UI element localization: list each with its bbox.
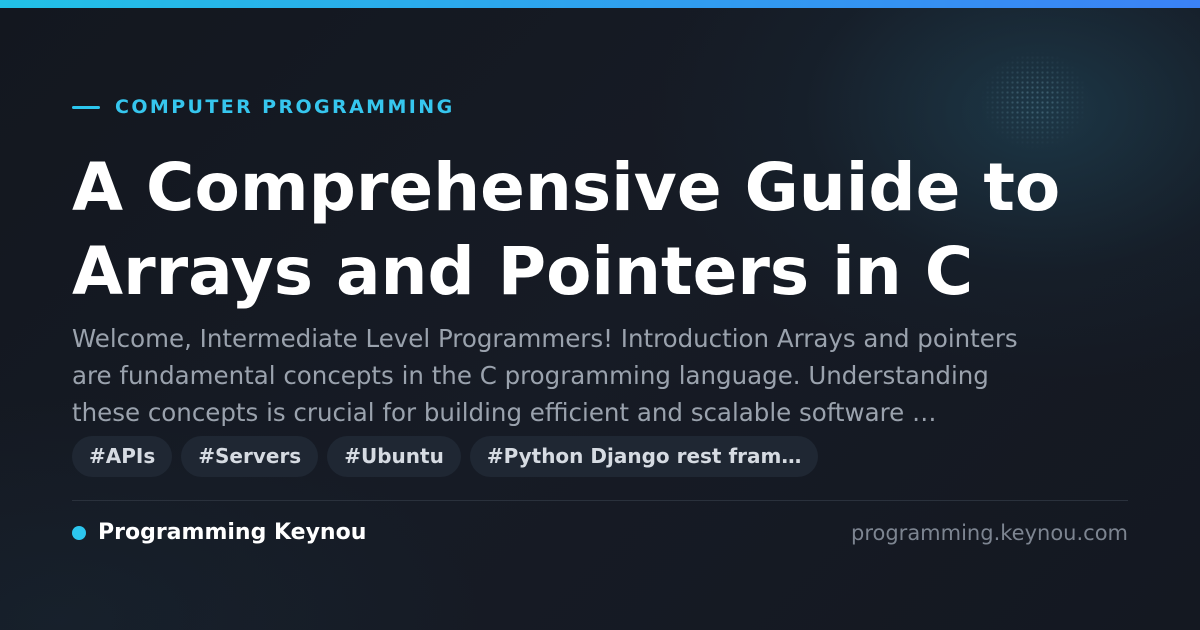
- category-row: COMPUTER PROGRAMMING: [72, 94, 455, 120]
- dot-pattern-decoration: [980, 50, 1090, 150]
- tag-servers: #Servers: [181, 436, 319, 477]
- excerpt-line: these concepts is crucial for building e…: [72, 398, 937, 427]
- excerpt-line: are fundamental concepts in the C progra…: [72, 361, 989, 390]
- tag-ubuntu: #Ubuntu: [327, 436, 461, 477]
- top-accent-bar: [0, 0, 1200, 8]
- site-domain: programming.keynou.com: [851, 521, 1128, 545]
- footer-divider: [72, 500, 1128, 501]
- category-dash-icon: [72, 105, 100, 109]
- excerpt-line: Welcome, Intermediate Level Programmers!…: [72, 324, 1018, 353]
- title-line: Arrays and Pointers in C: [72, 233, 974, 310]
- article-title: A Comprehensive Guide to Arrays and Poin…: [72, 146, 1152, 314]
- category-label: COMPUTER PROGRAMMING: [115, 96, 455, 118]
- tag-list: #APIs #Servers #Ubuntu #Python Django re…: [72, 436, 819, 477]
- brand: Programming Keynou: [72, 518, 366, 548]
- tag-apis: #APIs: [72, 436, 173, 477]
- tag-python-django: #Python Django rest fram…: [469, 436, 819, 477]
- title-line: A Comprehensive Guide to: [72, 149, 1061, 226]
- brand-name: Programming Keynou: [98, 520, 367, 545]
- article-excerpt: Welcome, Intermediate Level Programmers!…: [72, 320, 1132, 431]
- brand-dot-icon: [72, 526, 86, 540]
